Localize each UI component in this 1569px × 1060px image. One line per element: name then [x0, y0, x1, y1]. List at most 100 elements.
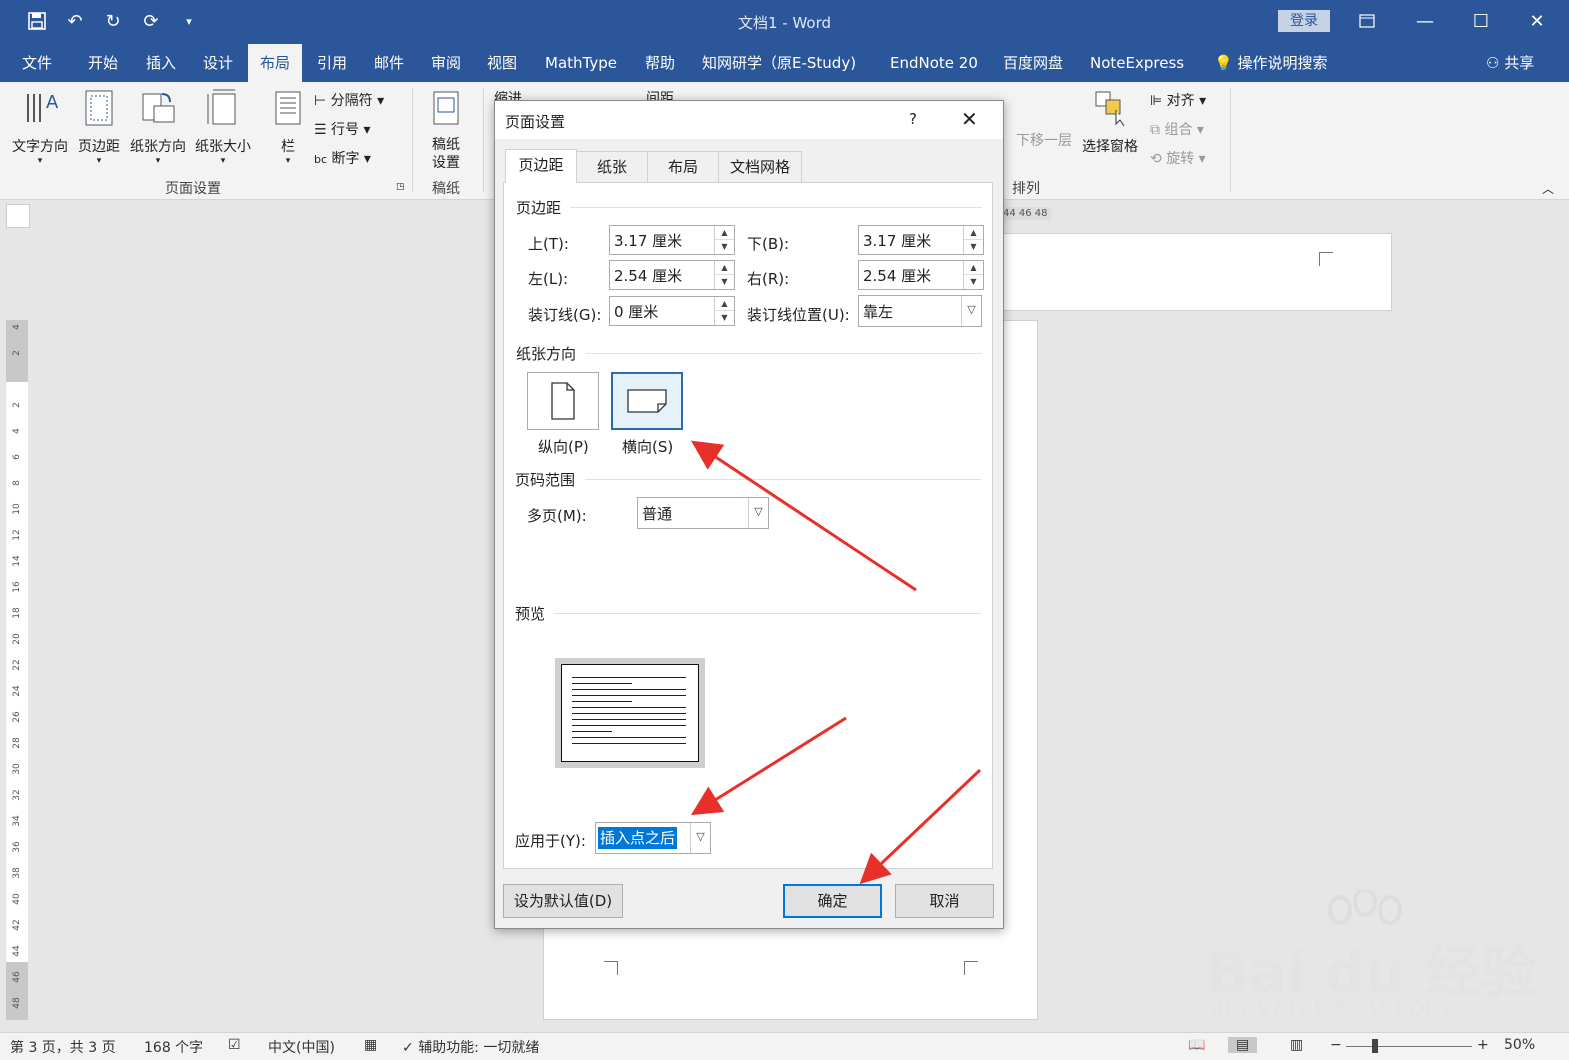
macro-icon[interactable]: ▦	[364, 1037, 377, 1053]
tab-references[interactable]: 引用	[317, 44, 347, 82]
tab-margins[interactable]: 页边距	[505, 149, 577, 183]
line-numbers-button[interactable]: ☰ 行号 ▾	[314, 119, 371, 139]
page-preview	[555, 658, 705, 768]
text-direction-button[interactable]: A 文字方向 ▾	[12, 88, 68, 166]
spin-up-icon[interactable]: ▲	[964, 226, 983, 240]
spin-up-icon[interactable]: ▲	[964, 261, 983, 275]
ok-button[interactable]: 确定	[783, 884, 882, 918]
size-button[interactable]: 纸张大小 ▾	[195, 88, 251, 166]
columns-button[interactable]: 栏 ▾	[270, 88, 306, 166]
proofing-icon[interactable]: ☑	[228, 1037, 241, 1053]
multiple-pages-select[interactable]: 普通 ▽	[637, 497, 769, 529]
left-margin-value: 2.54 厘米	[614, 267, 683, 285]
ruler-tick: 6	[12, 454, 22, 460]
zoom-slider-track[interactable]	[1346, 1046, 1472, 1047]
tab-help[interactable]: 帮助	[645, 44, 675, 82]
spin-up-icon[interactable]: ▲	[715, 297, 734, 311]
tab-noteexpress[interactable]: NoteExpress	[1090, 44, 1184, 82]
columns-label: 栏	[281, 139, 295, 155]
tab-view[interactable]: 视图	[487, 44, 517, 82]
cancel-button[interactable]: 取消	[895, 884, 994, 918]
tell-me-search[interactable]: 💡 操作说明搜索	[1214, 44, 1327, 82]
breaks-icon: ⊢	[314, 93, 327, 109]
accessibility-status[interactable]: ✓ 辅助功能: 一切就绪	[402, 1037, 539, 1057]
ribbon-display-icon[interactable]	[1344, 6, 1390, 36]
page-count[interactable]: 第 3 页，共 3 页	[10, 1037, 116, 1057]
set-default-button[interactable]: 设为默认值(D)	[503, 884, 623, 918]
spin-down-icon[interactable]: ▼	[715, 275, 734, 289]
gutter-value: 0 厘米	[614, 303, 659, 321]
selection-pane-button[interactable]: 选择窗格	[1082, 88, 1138, 156]
tab-doc-grid[interactable]: 文档网格	[718, 151, 802, 183]
text-direction-icon: A	[27, 92, 59, 122]
rotate-button[interactable]: ⟲ 旋转 ▾	[1150, 148, 1206, 168]
collapse-ribbon-icon[interactable]: ︿	[1542, 180, 1554, 197]
gutter-position-select[interactable]: 靠左 ▽	[858, 295, 982, 327]
align-button[interactable]: ⊫ 对齐 ▾	[1150, 90, 1206, 110]
spin-down-icon[interactable]: ▼	[964, 275, 983, 289]
top-margin-spinner[interactable]: 3.17 厘米 ▲ ▼	[609, 225, 735, 255]
page-setup-launcher-icon[interactable]: ◳	[396, 182, 405, 192]
zoom-in-icon[interactable]: +	[1477, 1037, 1489, 1053]
tab-paper[interactable]: 纸张	[576, 151, 648, 183]
portrait-option[interactable]	[527, 372, 599, 430]
draft-paper-button[interactable]: 稿纸 设置	[428, 88, 464, 172]
tab-e-study[interactable]: 知网研学（原E-Study)	[702, 44, 856, 82]
document-page-top[interactable]	[1000, 233, 1392, 311]
tab-layout[interactable]: 布局	[647, 151, 719, 183]
section-divider	[553, 613, 981, 614]
bottom-margin-spinner[interactable]: 3.17 厘米 ▲ ▼	[858, 225, 984, 255]
tab-baidu-netdisk[interactable]: 百度网盘	[1003, 44, 1063, 82]
apply-to-select[interactable]: 插入点之后 ▽	[595, 822, 711, 854]
minimize-icon[interactable]: —	[1402, 6, 1448, 36]
word-count[interactable]: 168 个字	[144, 1037, 203, 1057]
gutter-spinner[interactable]: 0 厘米 ▲ ▼	[609, 296, 735, 326]
tab-endnote[interactable]: EndNote 20	[890, 44, 978, 82]
zoom-out-icon[interactable]: −	[1330, 1037, 1342, 1053]
share-button[interactable]: ⚇ 共享	[1486, 44, 1534, 82]
tab-selector-icon[interactable]	[6, 204, 30, 228]
tab-design[interactable]: 设计	[203, 44, 233, 82]
gutter-label: 装订线(G):	[528, 306, 602, 324]
zoom-slider-thumb[interactable]	[1372, 1039, 1378, 1053]
tab-mathtype[interactable]: MathType	[545, 44, 617, 82]
spin-up-icon[interactable]: ▲	[715, 226, 734, 240]
close-window-icon[interactable]: ✕	[1514, 6, 1560, 36]
ruler-tick: 8	[12, 480, 22, 486]
line-numbers-icon: ☰	[314, 122, 327, 138]
landscape-option[interactable]	[611, 372, 683, 430]
send-backward-button[interactable]: 下移一层	[1016, 130, 1072, 150]
portrait-label: 纵向(P)	[538, 438, 589, 456]
login-button[interactable]: 登录	[1278, 10, 1330, 32]
spin-down-icon[interactable]: ▼	[715, 311, 734, 325]
zoom-level[interactable]: 50%	[1504, 1037, 1535, 1053]
language[interactable]: 中文(中国)	[268, 1037, 335, 1057]
tab-mailings[interactable]: 邮件	[374, 44, 404, 82]
baidu-watermark: Bai du 经验 jingyan.baidu.com	[1200, 890, 1560, 1030]
tab-home[interactable]: 开始	[88, 44, 118, 82]
spin-down-icon[interactable]: ▼	[715, 240, 734, 254]
spin-down-icon[interactable]: ▼	[964, 240, 983, 254]
tab-file[interactable]: 文件	[22, 44, 52, 82]
close-icon[interactable]: ✕	[961, 107, 978, 131]
tab-layout[interactable]: 布局	[248, 44, 303, 82]
maximize-icon[interactable]: ☐	[1458, 6, 1504, 36]
print-layout-icon[interactable]: ▤	[1228, 1037, 1258, 1053]
orientation-label: 纸张方向	[130, 139, 186, 155]
preview-line	[572, 689, 686, 690]
web-layout-icon[interactable]: ▥	[1290, 1037, 1303, 1053]
spin-up-icon[interactable]: ▲	[715, 261, 734, 275]
orientation-button[interactable]: 纸张方向 ▾	[130, 88, 186, 166]
help-icon[interactable]: ?	[909, 110, 917, 128]
draft-paper-icon	[433, 91, 459, 125]
hyphenation-button[interactable]: bc 断字 ▾	[314, 148, 371, 168]
right-margin-spinner[interactable]: 2.54 厘米 ▲ ▼	[858, 260, 984, 290]
group-button[interactable]: ⧉ 组合 ▾	[1150, 119, 1204, 139]
tab-review[interactable]: 审阅	[431, 44, 461, 82]
margins-button[interactable]: 页边距 ▾	[78, 88, 120, 166]
left-margin-spinner[interactable]: 2.54 厘米 ▲ ▼	[609, 260, 735, 290]
read-mode-icon[interactable]: 📖	[1188, 1037, 1205, 1053]
tab-insert[interactable]: 插入	[146, 44, 176, 82]
breaks-button[interactable]: ⊢ 分隔符 ▾	[314, 90, 384, 110]
columns-icon	[275, 91, 301, 125]
